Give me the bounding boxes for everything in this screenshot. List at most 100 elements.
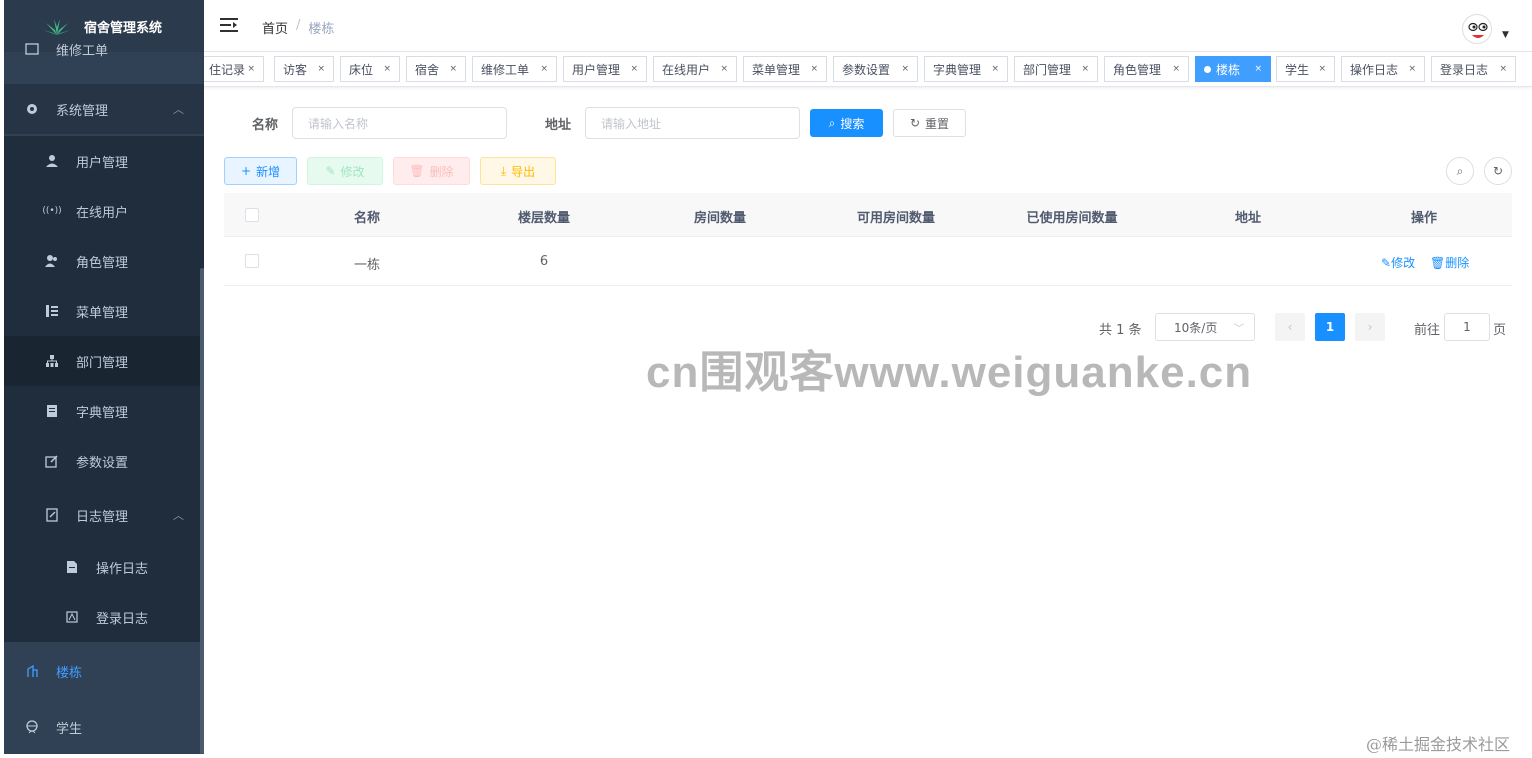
download-icon: ⤓ xyxy=(500,163,507,178)
sidebar-item-label: 字典管理 xyxy=(76,405,129,421)
close-icon[interactable]: × xyxy=(449,64,457,74)
close-icon[interactable]: × xyxy=(383,64,391,74)
select-all-checkbox[interactable] xyxy=(245,208,259,222)
tag-item[interactable]: 在线用户 × xyxy=(653,56,737,82)
logo-icon xyxy=(43,19,71,35)
sidebar-item-dept[interactable]: 部门管理 xyxy=(4,336,204,386)
row-checkbox[interactable] xyxy=(245,254,259,268)
edit-button[interactable]: ✎ 修改 xyxy=(307,157,383,185)
close-icon[interactable]: × xyxy=(1499,64,1507,74)
close-icon[interactable]: × xyxy=(630,64,638,74)
refresh-button[interactable]: ↻ xyxy=(1484,157,1512,185)
tag-label: 维修工单 xyxy=(481,62,530,77)
tag-item[interactable]: 参数设置 × xyxy=(833,56,918,82)
search-button[interactable]: ⌕ 搜索 xyxy=(810,109,883,137)
avatar[interactable] xyxy=(1462,14,1492,44)
sidebar-item-system[interactable]: 系统管理 ︿ xyxy=(4,84,204,134)
tag-item[interactable]: 菜单管理 × xyxy=(743,56,827,82)
goto-suffix: 页 xyxy=(1493,323,1507,338)
delete-button-label: 删除 xyxy=(429,164,454,179)
tags-view: 住记录 × 访客 × 床位 × 宿舍 × 维修工单 × 用户管理 × 在线用户 × 菜单管理 × 参数设置 × 字典… xyxy=(204,52,1532,87)
table-row[interactable]: 一栋 6 ✎修改 🗑删除 xyxy=(224,237,1512,286)
tag-item[interactable]: 宿舍 × xyxy=(406,56,466,82)
cell-floors: 6 xyxy=(539,254,549,269)
close-icon[interactable]: × xyxy=(1172,64,1180,74)
column-header: 房间数量 xyxy=(693,211,746,226)
sidebar-item-student[interactable]: 学生 xyxy=(4,702,204,752)
tag-item[interactable]: 住记录 × xyxy=(204,56,264,82)
address-input[interactable]: 请输入地址 xyxy=(585,107,800,139)
close-icon[interactable]: × xyxy=(720,64,728,74)
student-icon xyxy=(24,719,40,735)
chevron-right-icon: › xyxy=(1367,320,1373,334)
sidebar-item-label: 日志管理 xyxy=(76,509,129,525)
tag-item[interactable]: 床位 × xyxy=(340,56,400,82)
tag-item[interactable]: 学生 × xyxy=(1276,56,1335,82)
name-input[interactable]: 请输入名称 xyxy=(292,107,507,139)
sidebar-item-oper-log[interactable]: 操作日志 xyxy=(4,542,204,592)
sidebar-item-label: 部门管理 xyxy=(76,355,129,371)
tag-item[interactable]: 用户管理 × xyxy=(563,56,647,82)
add-button[interactable]: + 新增 xyxy=(224,157,297,185)
corner-watermark: @稀土掘金技术社区 xyxy=(1366,735,1511,754)
breadcrumb-home[interactable]: 首页 xyxy=(262,18,288,37)
sidebar-item-label: 楼栋 xyxy=(56,665,83,681)
edit-icon: ✎ xyxy=(325,164,336,178)
sidebar-item-label: 登录日志 xyxy=(96,611,149,627)
column-header: 已使用房间数量 xyxy=(1026,211,1118,226)
close-icon[interactable]: × xyxy=(1081,64,1089,74)
goto-page-input[interactable]: 1 xyxy=(1444,313,1490,341)
tag-label: 菜单管理 xyxy=(752,62,801,77)
sidebar-item-config[interactable]: 参数设置 xyxy=(4,436,204,486)
close-icon[interactable]: × xyxy=(1318,64,1326,74)
tag-item[interactable]: 维修工单 × xyxy=(472,56,557,82)
close-icon[interactable]: × xyxy=(1408,64,1416,74)
close-icon[interactable]: × xyxy=(247,64,255,74)
add-button-label: 新增 xyxy=(256,164,281,179)
caret-down-icon[interactable]: ▼ xyxy=(1502,30,1509,40)
row-delete-label: 删除 xyxy=(1445,256,1470,270)
goto-prefix: 前往 xyxy=(1414,323,1441,338)
sidebar-item-user[interactable]: 用户管理 xyxy=(4,136,204,186)
user-icon xyxy=(44,153,60,169)
delete-button[interactable]: 🗑 删除 xyxy=(393,157,470,185)
export-button[interactable]: ⤓ 导出 xyxy=(480,157,556,185)
dict-icon xyxy=(44,403,60,419)
toggle-search-button[interactable]: ⌕ xyxy=(1446,157,1474,185)
close-icon[interactable]: × xyxy=(901,64,909,74)
page-number-current[interactable]: 1 xyxy=(1315,313,1345,341)
sidebar-item-online[interactable]: ((•)) 在线用户 xyxy=(4,186,204,236)
edit-icon xyxy=(44,453,60,469)
row-edit-link[interactable]: ✎修改 xyxy=(1381,254,1415,271)
close-icon[interactable]: × xyxy=(1254,64,1262,74)
sidebar-item-label: 在线用户 xyxy=(76,205,129,221)
sidebar-item-repair[interactable]: 维修工单 xyxy=(4,40,204,68)
tag-item[interactable]: 角色管理 × xyxy=(1104,56,1189,82)
sidebar-item-log[interactable]: 日志管理 ︿ xyxy=(4,490,204,540)
close-icon[interactable]: × xyxy=(540,64,548,74)
sidebar-item-login-log[interactable]: 登录日志 xyxy=(4,592,204,642)
sidebar-item-building[interactable]: 楼栋 xyxy=(4,646,204,696)
tag-item[interactable]: 操作日志 × xyxy=(1341,56,1425,82)
reset-button[interactable]: ↻ 重置 xyxy=(893,109,966,137)
tag-item[interactable]: 楼栋 × xyxy=(1195,56,1271,82)
table-header: 名称 楼层数量 房间数量 可用房间数量 已使用房间数量 地址 操作 xyxy=(224,193,1512,237)
close-icon[interactable]: × xyxy=(810,64,818,74)
close-icon[interactable]: × xyxy=(317,64,325,74)
tag-item[interactable]: 访客 × xyxy=(274,56,334,82)
refresh-icon: ↻ xyxy=(1492,164,1504,178)
sidebar-item-role[interactable]: 角色管理 xyxy=(4,236,204,286)
tag-item[interactable]: 部门管理 × xyxy=(1014,56,1098,82)
sidebar-item-menu[interactable]: 菜单管理 xyxy=(4,286,204,336)
prev-page-button[interactable]: ‹ xyxy=(1275,313,1305,341)
next-page-button[interactable]: › xyxy=(1355,313,1385,341)
close-icon[interactable]: × xyxy=(991,64,999,74)
sidebar-item-dict[interactable]: 字典管理 xyxy=(4,386,204,436)
hamburger-icon[interactable] xyxy=(220,18,238,32)
tag-item[interactable]: 登录日志 × xyxy=(1431,56,1516,82)
name-label: 名称 xyxy=(252,118,279,133)
tag-item[interactable]: 字典管理 × xyxy=(924,56,1008,82)
online-icon: ((•)) xyxy=(42,206,62,216)
sidebar-item-label: 角色管理 xyxy=(76,255,129,271)
row-delete-link[interactable]: 🗑删除 xyxy=(1430,254,1469,271)
